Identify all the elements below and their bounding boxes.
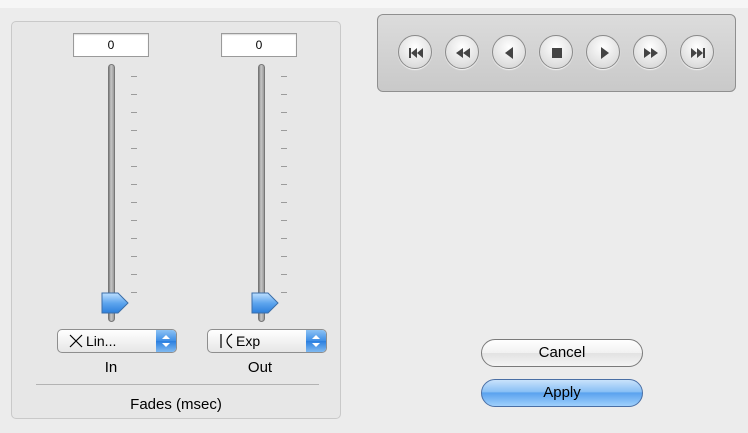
- popup-arrows-icon: [306, 330, 326, 352]
- fast-forward-icon: [644, 48, 658, 58]
- fades-group-label: Fades (msec): [130, 396, 222, 413]
- stop-icon: [552, 48, 562, 58]
- exp-curve-icon: [218, 330, 234, 352]
- fade-out-slider-track[interactable]: [258, 64, 265, 322]
- top-strip: [0, 0, 748, 8]
- rewind-icon: [456, 48, 470, 58]
- fade-in-value-field[interactable]: 0: [73, 33, 149, 57]
- fade-in-label: In: [104, 359, 118, 376]
- fade-in-curve-label: Lin...: [86, 333, 117, 349]
- rewind-button[interactable]: [445, 35, 479, 69]
- skip-to-end-icon: [691, 48, 705, 58]
- fade-in-slider-track[interactable]: [108, 64, 115, 322]
- fade-out-slider-thumb[interactable]: [249, 290, 281, 316]
- apply-button[interactable]: Apply: [481, 379, 643, 407]
- fast-forward-button[interactable]: [633, 35, 667, 69]
- skip-to-start-button[interactable]: [398, 35, 432, 69]
- play-reverse-button[interactable]: [492, 35, 526, 69]
- fade-in-curve-popup[interactable]: Lin...: [57, 329, 177, 353]
- linear-curve-icon: [68, 330, 84, 352]
- skip-to-start-icon: [409, 48, 423, 58]
- transport-bar: [377, 14, 736, 92]
- fade-out-curve-label: Exp: [236, 333, 261, 349]
- skip-to-end-button[interactable]: [680, 35, 714, 69]
- play-reverse-icon: [505, 47, 513, 59]
- play-icon: [601, 47, 609, 59]
- cancel-button[interactable]: Cancel: [481, 339, 643, 367]
- stop-button[interactable]: [539, 35, 573, 69]
- fades-divider: [36, 384, 319, 385]
- fade-out-curve-popup[interactable]: Exp: [207, 329, 327, 353]
- fade-out-label: Out: [247, 359, 273, 376]
- play-button[interactable]: [586, 35, 620, 69]
- fade-in-slider-thumb[interactable]: [99, 290, 131, 316]
- popup-arrows-icon: [156, 330, 176, 352]
- fade-out-value-field[interactable]: 0: [221, 33, 297, 57]
